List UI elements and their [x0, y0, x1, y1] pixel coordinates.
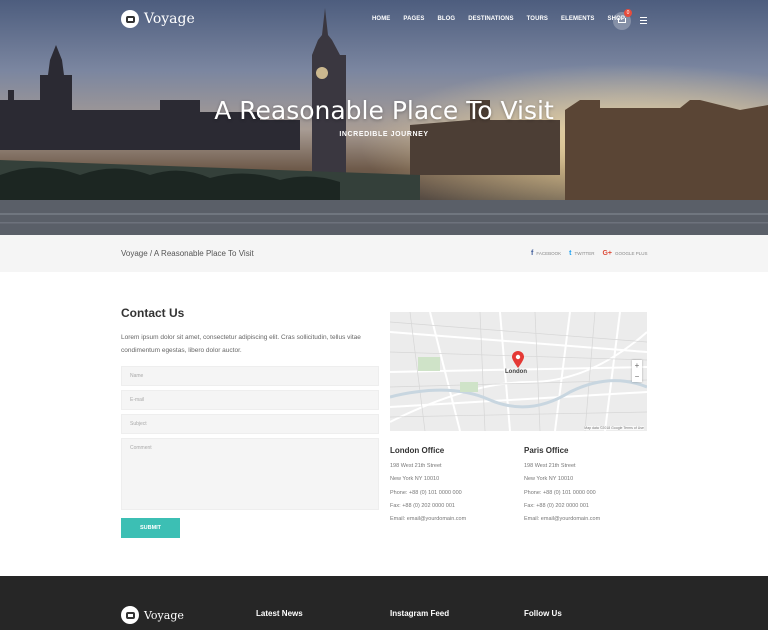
- email-field-placeholder: E-mail: [130, 397, 145, 403]
- comment-field-placeholder: Comment: [130, 445, 152, 451]
- office-paris: Paris Office 198 West 21th Street New Yo…: [524, 446, 644, 529]
- office-email[interactable]: Email: email@yourdomain.com: [524, 516, 644, 529]
- facebook-icon: f: [531, 250, 534, 257]
- share-facebook[interactable]: f FACEBOOK: [531, 250, 561, 257]
- hamburger-menu-icon[interactable]: [640, 17, 647, 26]
- map-city-label: London: [505, 369, 527, 375]
- brand-name: Voyage: [144, 11, 195, 27]
- cart-icon: [618, 18, 626, 23]
- page-title: A Reasonable Place To Visit: [214, 96, 554, 125]
- menu-item-blog[interactable]: BLOG: [437, 16, 455, 22]
- twitter-icon: t: [569, 250, 572, 257]
- map-pin-icon[interactable]: [511, 351, 525, 369]
- footer-brand-name: Voyage: [144, 608, 184, 622]
- footer-logo[interactable]: Voyage: [121, 606, 184, 624]
- footer-heading-latest-news: Latest News: [256, 609, 303, 618]
- map-zoom-controls: + −: [632, 360, 642, 382]
- office-address-line: New York NY 10010: [390, 476, 440, 483]
- office-title: Paris Office: [524, 446, 569, 455]
- camera-icon: [121, 606, 139, 624]
- office-address-line: New York NY 10010: [524, 476, 574, 483]
- menu-item-destinations[interactable]: DESTINATIONS: [468, 16, 513, 22]
- office-london: London Office 198 West 21th Street New Y…: [390, 446, 510, 529]
- zoom-out-button[interactable]: −: [632, 371, 642, 382]
- menu-item-tours[interactable]: TOURS: [527, 16, 548, 22]
- share-twitter[interactable]: t TWITTER: [569, 250, 594, 257]
- menu-item-elements[interactable]: ELEMENTS: [561, 16, 594, 22]
- camera-icon: [121, 10, 139, 28]
- hero-banner: Voyage HOME PAGES BLOG DESTINATIONS TOUR…: [0, 0, 768, 235]
- breadcrumb[interactable]: Voyage / A Reasonable Place To Visit: [121, 249, 254, 258]
- menu-item-pages[interactable]: PAGES: [403, 16, 424, 22]
- google-plus-icon: G+: [602, 250, 612, 257]
- subject-field[interactable]: Subject: [121, 414, 379, 434]
- share-google-plus[interactable]: G+ GOOGLE PLUS: [602, 250, 647, 257]
- submit-button[interactable]: SUBMIT: [121, 518, 180, 538]
- office-phone: Phone: +88 (0) 101 0000 000: [390, 489, 462, 496]
- comment-field[interactable]: Comment: [121, 438, 379, 510]
- top-navigation: Voyage HOME PAGES BLOG DESTINATIONS TOUR…: [0, 0, 768, 40]
- footer-heading-instagram: Instagram Feed: [390, 609, 450, 618]
- office-address-line: 198 West 21th Street: [390, 463, 442, 469]
- office-phone: Phone: +88 (0) 101 0000 000: [524, 489, 596, 496]
- zoom-in-button[interactable]: +: [632, 360, 642, 371]
- footer: Voyage Latest News Instagram Feed Follow…: [0, 576, 768, 630]
- email-field[interactable]: E-mail: [121, 390, 379, 410]
- share-facebook-label: FACEBOOK: [536, 251, 562, 256]
- share-links: f FACEBOOK t TWITTER G+ GOOGLE PLUS: [531, 250, 656, 257]
- office-email[interactable]: Email: email@yourdomain.com: [390, 516, 510, 529]
- name-field-placeholder: Name: [130, 373, 144, 379]
- name-field[interactable]: Name: [121, 366, 379, 386]
- cart-button[interactable]: 0: [613, 9, 632, 30]
- office-fax: Fax: +88 (0) 202 0000 001: [390, 502, 455, 509]
- page-subtitle: INCREDIBLE JOURNEY: [339, 131, 429, 138]
- main-menu: HOME PAGES BLOG DESTINATIONS TOURS ELEME…: [372, 16, 638, 22]
- breadcrumb-bar: Voyage / A Reasonable Place To Visit f F…: [0, 235, 768, 272]
- office-address-line: 198 West 21th Street: [524, 463, 576, 469]
- brand-logo[interactable]: Voyage: [121, 10, 195, 28]
- share-google-plus-label: GOOGLE PLUS: [615, 251, 648, 256]
- menu-item-home[interactable]: HOME: [372, 16, 390, 22]
- office-title: London Office: [390, 446, 445, 455]
- contact-title: Contact Us: [121, 306, 185, 320]
- contact-description: Lorem ipsum dolor sit amet, consectetur …: [121, 334, 361, 354]
- office-map[interactable]: London + − Map data ©2018 Google Terms o…: [390, 312, 647, 431]
- subject-field-placeholder: Subject: [130, 421, 147, 427]
- share-twitter-label: TWITTER: [574, 251, 595, 256]
- cart-count-badge: 0: [624, 9, 632, 17]
- office-fax: Fax: +88 (0) 202 0000 001: [524, 502, 589, 509]
- map-attribution: Map data ©2018 Google Terms of Use: [584, 426, 644, 430]
- footer-heading-follow-us: Follow Us: [524, 609, 562, 618]
